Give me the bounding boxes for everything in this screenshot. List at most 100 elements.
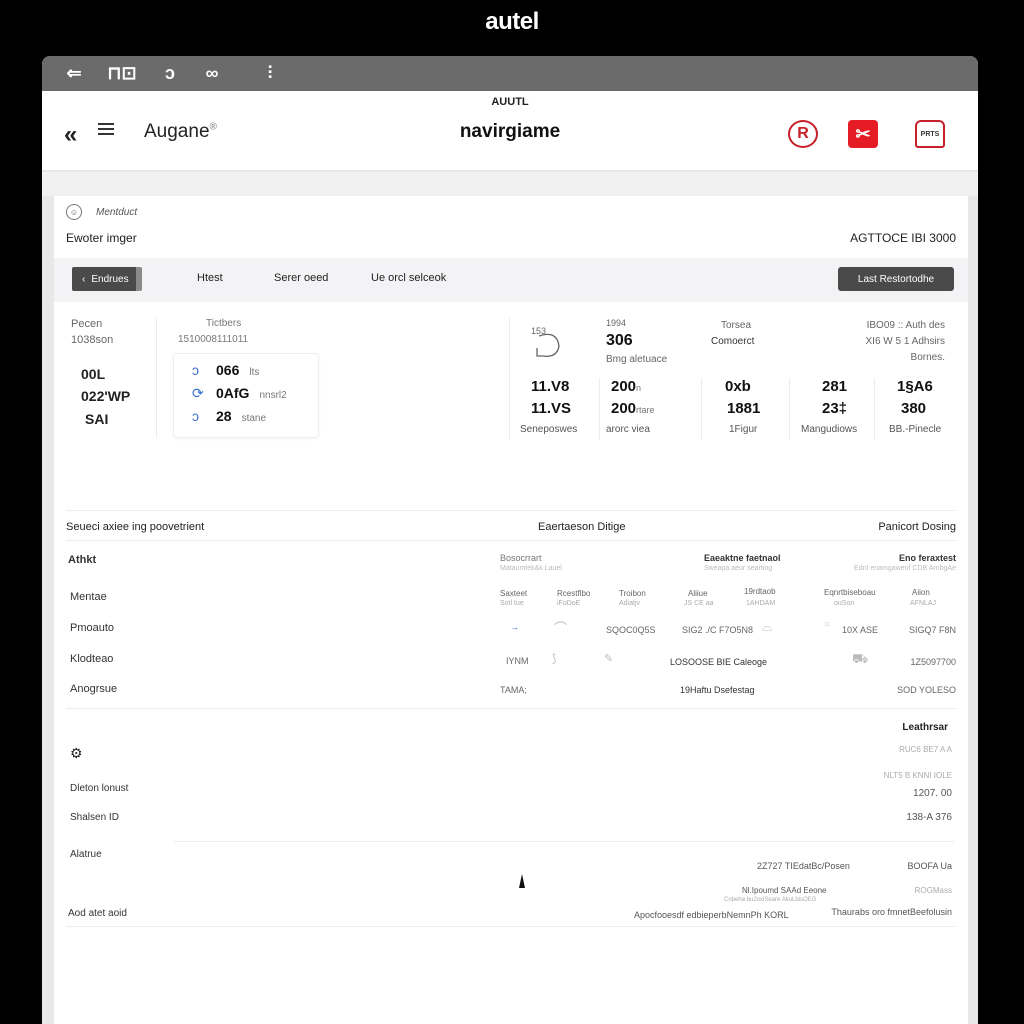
field-value: 138-A 376 [906,812,952,823]
circle-icon: ○ [824,619,831,630]
col-top-value: 200n [611,378,641,395]
col-bottom-value: 23‡ [822,400,848,417]
arrow-icon[interactable]: → [510,622,519,632]
group-sub: Ednt enamgaweof CDB ArnbgAe [854,565,956,572]
col-top-unit: n [636,383,642,393]
column-sub: AFNLAJ [910,600,937,607]
card-title: Tictbers [206,318,242,329]
curve-icon: ⌒ [554,621,568,636]
infinity-icon[interactable]: ∞ [200,63,224,84]
stat-value: SAI [85,411,109,427]
column-sub: 1AHDAM [746,600,776,607]
col-bottom-unit: rtare [636,405,655,415]
table-cell: SQOC0Q5S [606,625,656,635]
right-sub: NLT5 B KNNI IOLE [883,771,952,780]
mid-row-right: BOOFA Ua [907,861,952,871]
tab-serer-oeed[interactable]: Serer oeed [274,272,328,284]
stat-value: 022'WP [81,388,131,404]
model-id: AGTTOCE IBI 3000 [850,231,956,245]
note-line: XI6 W 5 1 Adhsirs [865,336,945,347]
torsea-value: Comoerct [711,336,755,347]
engine-icon: ⚙ [70,745,83,761]
column-header: Eqnrtbiseboau [824,588,876,597]
column-header: Troibon [619,589,646,598]
window-icon[interactable]: ⊓⊡ [104,63,140,84]
group-sub: Mataumtek&k Lauel [500,565,562,572]
list-item[interactable]: Mentae [70,591,107,603]
list-item[interactable]: Klodteao [70,653,113,665]
mouse-cursor [519,874,525,888]
main-content: ☺ Mentduct Ewoter imger AGTTOCE IBI 3000… [54,196,968,1024]
torsea-label: Torsea [721,320,752,331]
col-top-number: 200 [611,378,637,395]
tab-back-button[interactable]: ‹ Endrues [72,267,142,291]
last-restore-button[interactable]: Last Restortodhe [838,267,954,291]
col-bottom-value: 11.VS [531,400,572,417]
table-cell: IYNM [506,656,529,666]
divider [66,540,956,541]
list-item[interactable]: Athkt [68,554,96,566]
link-icon[interactable]: ↄ [158,63,182,84]
col-caption: BB.-Pinecle [889,424,942,435]
column-sub: Sotl tue [500,600,524,607]
table-cell: SIGQ7 F8N [908,625,956,635]
back-arrow-icon[interactable]: ⇐ [62,63,86,84]
col-caption: Seneposwes [520,424,578,435]
pulse-icon: ↄ [192,362,199,378]
tab-htest[interactable]: Htest [197,272,223,284]
right-sub: RUC6 BE7 A A [899,745,952,754]
col-caption: 1Figur [729,424,758,435]
header-divider [42,172,978,196]
app-window: ⇐ ⊓⊡ ↄ ∞ ⫶ AUUTL « Augane® navirgiame R … [42,56,978,1024]
table-cell: SOD YOLESO [897,685,956,695]
refresh-icon: ⟳ [192,385,204,401]
column-sub: ouSon [834,600,855,607]
right-header: Leathrsar [902,722,948,733]
col-top-value: 281 [822,378,848,395]
metric-row: ⟳ 0AfG nnsrl2 [192,385,287,402]
col-bottom-value: 380 [901,400,927,417]
sub-row-2: Cnbeha bu2oxiSeare AkuLbisOEG [724,897,817,903]
group-title: Eaeaktne faetnaol [704,553,781,563]
record-icon[interactable]: R [788,120,818,148]
header-small-title: AUUTL [491,96,529,108]
report-icon[interactable]: PRTS [915,120,945,148]
breadcrumb: ☺ Mentduct [66,204,137,220]
column-sub: Adiatjv [619,600,641,607]
col-top-value: 1§A6 [897,378,933,395]
card-subtitle: 1510008111011 [178,334,249,345]
col-bottom-value: 1881 [727,400,761,417]
divider [701,378,702,440]
signal-icon[interactable]: ⫶ [258,63,282,84]
divider [66,926,956,927]
divider [66,708,956,709]
tab-bar: ‹ Endrues Htest Serer oeed Ue orcl selceo… [54,258,968,302]
link-icon: ⟆ [552,653,557,665]
last-row-right: Thaurabs oro fmnetBeefolusin [831,907,952,917]
col-top-value: 0xb [725,378,751,395]
brand-logo: autel [485,8,539,35]
table-cell: 10X ASE [842,625,879,635]
stat-value: 00L [81,366,106,382]
breadcrumb-label[interactable]: Mentduct [96,207,137,218]
list-section-title: Seueci axiee ing poovetrient [66,521,205,533]
list-item[interactable]: Pmoauto [70,622,114,634]
section-title: Ewoter imger [66,231,137,245]
stat-label: Pecen [71,318,103,330]
list-item[interactable]: Anogrsue [70,683,117,695]
tools-icon[interactable]: ✂ [848,120,878,148]
field-label: Aod atet aoid [68,908,127,919]
metric-row: ↄ 28 stane [192,408,266,424]
metrics-card: ↄ 066 lts ⟳ 0AfG nnsrl2 ↄ 28 stane [173,353,319,438]
field-label: Alatrue [70,849,102,860]
group-title: Bosocrrart [500,553,542,563]
page-title: navirgiame [459,121,561,142]
top-caption: Bmg aletuace [606,354,668,365]
face-icon: ☺ [66,204,82,220]
tab-selceok[interactable]: Ue orcl selceok [371,272,446,284]
table-cell: 19Haftu Dsefestag [680,685,755,695]
chevron-left-icon: ‹ [82,273,86,285]
gauge-label: 153 [531,326,547,336]
col-caption: Mangudiows [801,424,858,435]
field-label: Dleton lonust [70,783,129,794]
